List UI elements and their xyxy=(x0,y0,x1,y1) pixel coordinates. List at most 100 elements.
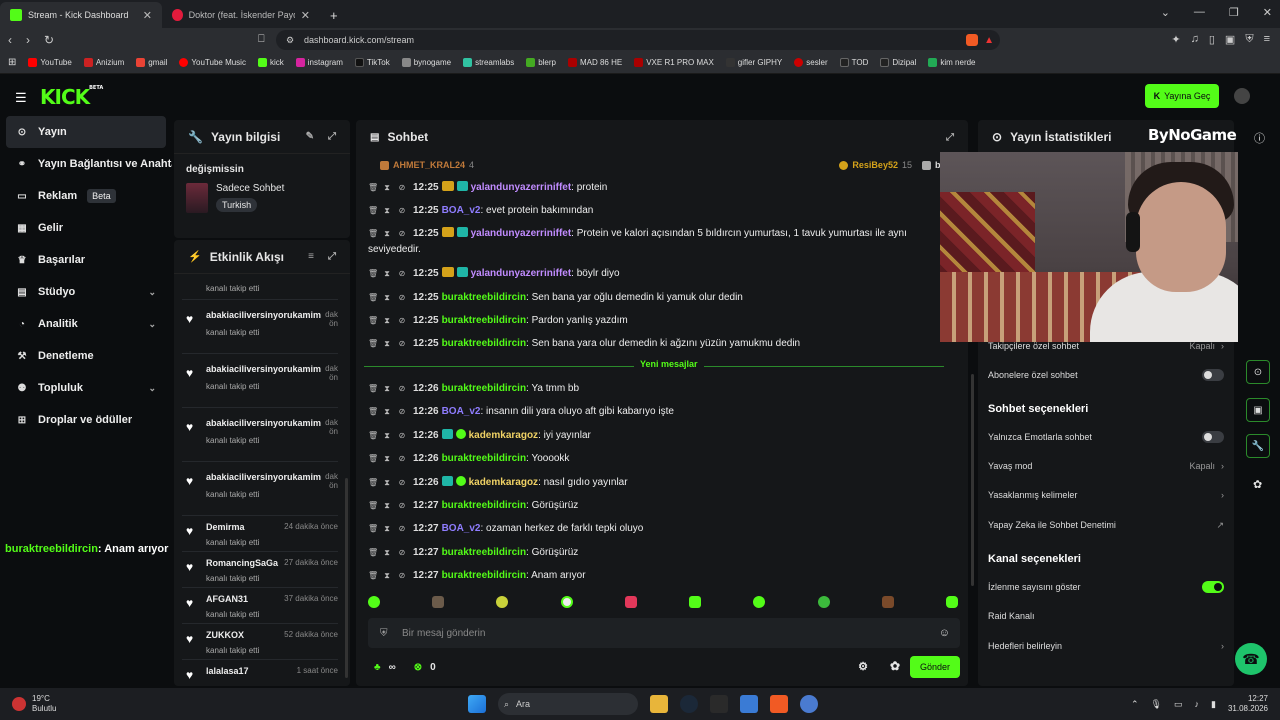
bookmark-instagram[interactable]: instagram xyxy=(295,58,343,67)
pin-icon[interactable]: 🗑 xyxy=(368,521,378,537)
sidebar-item-yayin[interactable]: ⊙ Yayın xyxy=(6,116,166,148)
message-username[interactable]: buraktreebildircin xyxy=(442,570,526,581)
activity-scrollbar[interactable] xyxy=(345,478,348,678)
bookmark-gmail[interactable]: gmail xyxy=(136,58,167,67)
follower-name[interactable]: abakiaciliversinyorukamim xyxy=(206,418,328,428)
menu-icon[interactable]: ≡ xyxy=(1264,33,1270,46)
bookmark-bynogame[interactable]: bynogame xyxy=(401,58,451,67)
store-icon[interactable] xyxy=(740,695,758,713)
ban-icon[interactable]: ⊘ xyxy=(398,568,406,584)
bookmark-vxe[interactable]: VXE R1 PRO MAX xyxy=(634,58,714,67)
windows-start-icon[interactable] xyxy=(468,695,486,713)
taskbar-search[interactable]: ⌕ Ara xyxy=(498,693,638,715)
steam-icon[interactable] xyxy=(680,695,698,713)
show-viewers-toggle[interactable] xyxy=(1202,581,1224,593)
edit-icon[interactable]: ✎ xyxy=(306,131,314,142)
ban-icon[interactable]: ⊘ xyxy=(398,428,406,444)
maximize-icon[interactable]: ❐ xyxy=(1229,6,1239,19)
timeout-icon[interactable]: ⧗ xyxy=(383,404,391,420)
message-username[interactable]: kademkaragoz xyxy=(469,477,538,488)
message-username[interactable]: kademkaragoz xyxy=(469,430,538,441)
timeout-icon[interactable]: ⧗ xyxy=(383,521,391,537)
reload-icon[interactable]: ↻ xyxy=(44,33,54,47)
url-field[interactable]: ⚙ dashboard.kick.com/stream ▲ xyxy=(276,30,1000,50)
minimize-icon[interactable]: — xyxy=(1194,6,1205,19)
timeout-icon[interactable]: ⧗ xyxy=(383,290,391,306)
emote-icon[interactable] xyxy=(368,596,380,608)
pin-icon[interactable]: 🗑 xyxy=(368,266,378,282)
bookmark-youtube[interactable]: YouTube xyxy=(28,58,72,67)
chat-message-input[interactable]: ⛨ Bir mesaj gönderin ☺ xyxy=(368,618,960,648)
ban-icon[interactable]: ⊘ xyxy=(398,266,406,282)
rail-save-button[interactable]: ▣ xyxy=(1246,398,1270,422)
ban-icon[interactable]: ⊘ xyxy=(398,381,406,397)
new-tab-button[interactable]: + xyxy=(320,2,348,28)
sidebar-item-gelir[interactable]: ▦ Gelir xyxy=(0,212,172,244)
forward-icon[interactable]: › xyxy=(26,33,30,47)
ban-icon[interactable]: ⊘ xyxy=(398,180,406,196)
message-username[interactable]: yalandunyazerriniffet xyxy=(471,182,572,193)
follower-name[interactable]: abakiaciliversinyorukamim xyxy=(206,472,328,482)
sidebar-item-reklam[interactable]: ▭ Reklam Beta xyxy=(0,180,172,212)
bookmark-streamlabs[interactable]: streamlabs xyxy=(463,58,514,67)
expand-icon[interactable]: ⤢ xyxy=(328,251,336,262)
message-username[interactable]: buraktreebildircin xyxy=(442,383,526,394)
timeout-icon[interactable]: ⧗ xyxy=(383,336,391,352)
ban-icon[interactable]: ⊘ xyxy=(398,226,406,242)
clock[interactable]: 12:27 31.08.2026 xyxy=(1228,694,1268,714)
message-username[interactable]: buraktreebildircin xyxy=(442,547,526,558)
pin-icon[interactable]: 🗑 xyxy=(368,336,378,352)
info-icon[interactable]: ⓘ xyxy=(1254,130,1265,146)
sidebar-item-stream-key[interactable]: ⚭ Yayın Bağlantısı ve Anahtar xyxy=(0,148,172,180)
bookmark-sesler[interactable]: sesler xyxy=(794,58,828,67)
follower-name[interactable]: abakiaciliversinyorukamim xyxy=(206,364,328,374)
emote-icon[interactable] xyxy=(432,596,445,608)
category-name[interactable]: Sadece Sohbet xyxy=(216,183,284,194)
send-button[interactable]: Gönder xyxy=(910,656,960,678)
message-username[interactable]: buraktreebildircin xyxy=(442,338,526,349)
pin-icon[interactable]: 🗑 xyxy=(368,290,378,306)
ban-icon[interactable]: ⊘ xyxy=(398,336,406,352)
battery-icon[interactable]: ▮ xyxy=(1211,699,1216,710)
wallet-icon[interactable]: ▣ xyxy=(1225,33,1235,46)
pin-icon[interactable]: 🗑 xyxy=(368,404,378,420)
ban-icon[interactable]: ⊘ xyxy=(398,313,406,329)
emote-icon[interactable] xyxy=(560,596,573,608)
message-username[interactable]: BOA_v2 xyxy=(442,523,481,534)
timeout-icon[interactable]: ⧗ xyxy=(383,568,391,584)
timeout-icon[interactable]: ⧗ xyxy=(383,545,391,561)
mic-icon[interactable]: 🎙 xyxy=(1151,699,1162,710)
bookmark-dizipal[interactable]: Dizipal xyxy=(880,58,916,67)
ban-icon[interactable]: ⊘ xyxy=(398,521,406,537)
sidebar-item-topluluk[interactable]: ⚉ Topluluk ⌄ xyxy=(0,372,172,404)
message-username[interactable]: buraktreebildircin xyxy=(442,453,526,464)
filter-icon[interactable]: ≡ xyxy=(308,251,314,262)
sidebar-item-studyo[interactable]: ▤ Stüdyo ⌄ xyxy=(0,276,172,308)
folder-icon[interactable] xyxy=(650,695,668,713)
emote-icon[interactable] xyxy=(881,596,894,608)
pin-icon[interactable]: 🗑 xyxy=(368,498,378,514)
tab-kick-dashboard[interactable]: Stream - Kick Dashboard ✕ xyxy=(0,2,162,28)
close-window-icon[interactable]: ✕ xyxy=(1263,6,1272,19)
brave-shield-icon[interactable] xyxy=(966,34,978,46)
ban-icon[interactable]: ⊘ xyxy=(398,545,406,561)
apps-grid-icon[interactable]: ⊞ xyxy=(8,57,16,68)
emote-icon[interactable] xyxy=(945,596,958,608)
ban-icon[interactable]: ⊘ xyxy=(398,290,406,306)
network-icon[interactable]: ▭ xyxy=(1174,699,1183,710)
site-settings-icon[interactable]: ⚙ xyxy=(286,35,294,46)
help-button[interactable]: ☎ xyxy=(1235,643,1267,675)
sidebar-item-droplar[interactable]: ⊞ Droplar ve ödüller xyxy=(0,404,172,436)
rewards-icon[interactable]: ▲ xyxy=(984,35,994,46)
bookmark-kim-nerde[interactable]: kim nerde xyxy=(928,58,976,67)
message-username[interactable]: buraktreebildircin xyxy=(442,500,526,511)
bookmark-giphy[interactable]: gifler GIPHY xyxy=(725,58,782,67)
app-icon[interactable] xyxy=(800,695,818,713)
top-gifter-name[interactable]: ResiBey52 xyxy=(852,160,898,170)
close-tab-icon[interactable]: ✕ xyxy=(301,9,310,22)
ban-icon[interactable]: ⊘ xyxy=(398,404,406,420)
timeout-icon[interactable]: ⧗ xyxy=(383,203,391,219)
message-username[interactable]: yalandunyazerriniffet xyxy=(471,268,572,279)
expand-icon[interactable]: ⤢ xyxy=(328,131,336,142)
media-icon[interactable]: ♫ xyxy=(1191,33,1199,46)
